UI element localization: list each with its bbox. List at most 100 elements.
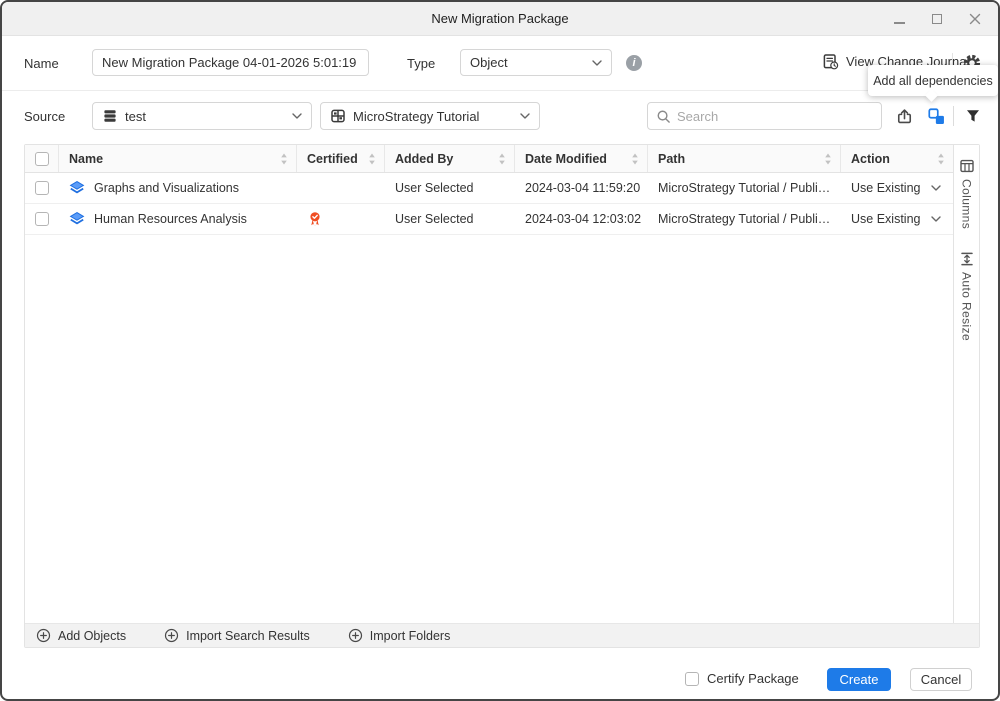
sort-icon[interactable] xyxy=(368,152,376,166)
import-search-results-button[interactable]: Import Search Results xyxy=(164,628,310,643)
added-by-cell: User Selected xyxy=(385,204,515,234)
action-select[interactable]: Use Existing xyxy=(841,204,953,234)
dossier-icon xyxy=(69,211,85,227)
header-divider xyxy=(2,90,998,91)
search-input[interactable] xyxy=(677,109,873,124)
type-select[interactable]: Object xyxy=(460,49,612,76)
environment-value: test xyxy=(125,109,285,124)
chevron-down-icon xyxy=(931,216,941,222)
maximize-button[interactable] xyxy=(926,8,948,30)
change-journal-icon xyxy=(822,53,839,70)
sort-icon[interactable] xyxy=(280,152,288,166)
columns-panel-label: Columns xyxy=(960,179,974,229)
sort-icon[interactable] xyxy=(498,152,506,166)
table-header: Name Certified Added By Date Modified Pa… xyxy=(25,145,953,173)
plus-circle-icon xyxy=(348,628,363,643)
environment-icon xyxy=(102,108,118,124)
search-icon xyxy=(656,109,671,124)
auto-resize-icon xyxy=(959,251,975,267)
column-label: Path xyxy=(658,152,685,166)
name-label: Name xyxy=(24,56,59,71)
column-label: Certified xyxy=(307,152,358,166)
filter-icon xyxy=(965,108,981,124)
table-row[interactable]: Human Resources Analysis User Selected 2… xyxy=(25,204,953,235)
source-environment-select[interactable]: test xyxy=(92,102,312,130)
table-row[interactable]: Graphs and Visualizations User Selected … xyxy=(25,173,953,204)
table-side-panel: Columns Auto Resize xyxy=(953,145,979,623)
column-header-path[interactable]: Path xyxy=(648,145,841,172)
add-objects-button[interactable]: Add Objects xyxy=(36,628,126,643)
close-icon xyxy=(969,13,981,25)
minimize-icon xyxy=(894,22,905,24)
object-name: Human Resources Analysis xyxy=(94,212,247,226)
add-all-dependencies-button[interactable] xyxy=(925,105,947,127)
package-name-input[interactable] xyxy=(92,49,369,76)
path-text: MicroStrategy Tutorial / Public O... xyxy=(658,212,831,226)
toolbar-divider xyxy=(953,106,954,126)
import-folders-label: Import Folders xyxy=(370,629,451,643)
plus-circle-icon xyxy=(36,628,51,643)
auto-resize-label: Auto Resize xyxy=(960,272,974,341)
minimize-button[interactable] xyxy=(888,8,910,30)
chevron-down-icon xyxy=(592,60,602,66)
cancel-button[interactable]: Cancel xyxy=(910,668,972,691)
action-select[interactable]: Use Existing xyxy=(841,173,953,203)
columns-icon xyxy=(959,158,975,174)
table-bottom-bar: Add Objects Import Search Results Import… xyxy=(25,623,979,647)
column-label: Name xyxy=(69,152,103,166)
info-icon[interactable]: i xyxy=(626,55,642,71)
search-box xyxy=(647,102,882,130)
project-icon xyxy=(330,108,346,124)
tooltip: Add all dependencies xyxy=(868,65,998,96)
certify-package-checkbox[interactable] xyxy=(685,672,699,686)
window-controls xyxy=(888,2,986,36)
export-button[interactable] xyxy=(893,105,915,127)
chevron-down-icon xyxy=(931,185,941,191)
object-name: Graphs and Visualizations xyxy=(94,181,239,195)
action-value: Use Existing xyxy=(851,181,920,195)
column-header-name[interactable]: Name xyxy=(59,145,297,172)
create-button[interactable]: Create xyxy=(827,668,891,691)
title-bar: New Migration Package xyxy=(2,2,998,36)
select-all-checkbox[interactable] xyxy=(35,152,49,166)
dialog-title: New Migration Package xyxy=(431,11,568,26)
certified-cell xyxy=(297,204,385,234)
select-all-cell xyxy=(25,145,59,172)
sort-icon[interactable] xyxy=(631,152,639,166)
chevron-down-icon xyxy=(520,113,530,119)
column-header-added-by[interactable]: Added By xyxy=(385,145,515,172)
date-modified-cell: 2024-03-04 12:03:02 xyxy=(515,204,648,234)
new-migration-package-dialog: New Migration Package Name Type Object i… xyxy=(0,0,1000,701)
certified-cell xyxy=(297,173,385,203)
source-project-select[interactable]: MicroStrategy Tutorial xyxy=(320,102,540,130)
added-by-cell: User Selected xyxy=(385,173,515,203)
dossier-icon xyxy=(69,180,85,196)
filter-button[interactable] xyxy=(962,105,984,127)
row-checkbox[interactable] xyxy=(35,212,49,226)
certified-badge-icon xyxy=(307,211,323,227)
path-cell: MicroStrategy Tutorial / Public O... xyxy=(648,204,841,234)
columns-panel-button[interactable]: Columns xyxy=(959,158,975,229)
close-button[interactable] xyxy=(964,8,986,30)
action-value: Use Existing xyxy=(851,212,920,226)
type-select-value: Object xyxy=(470,55,585,70)
chevron-down-icon xyxy=(292,113,302,119)
column-header-date-modified[interactable]: Date Modified xyxy=(515,145,648,172)
certify-package-label: Certify Package xyxy=(707,671,799,686)
path-text: MicroStrategy Tutorial / Public O... xyxy=(658,181,831,195)
maximize-icon xyxy=(932,14,942,24)
row-checkbox[interactable] xyxy=(35,181,49,195)
dependencies-icon xyxy=(928,108,945,125)
import-folders-button[interactable]: Import Folders xyxy=(348,628,451,643)
sort-icon[interactable] xyxy=(824,152,832,166)
sort-icon[interactable] xyxy=(937,152,945,166)
tooltip-text: Add all dependencies xyxy=(873,74,993,88)
column-label: Added By xyxy=(395,152,453,166)
import-search-results-label: Import Search Results xyxy=(186,629,310,643)
column-label: Action xyxy=(851,152,890,166)
column-header-certified[interactable]: Certified xyxy=(297,145,385,172)
certify-package-option: Certify Package xyxy=(685,671,799,686)
column-header-action[interactable]: Action xyxy=(841,145,953,172)
auto-resize-button[interactable]: Auto Resize xyxy=(959,251,975,341)
type-label: Type xyxy=(407,56,435,71)
